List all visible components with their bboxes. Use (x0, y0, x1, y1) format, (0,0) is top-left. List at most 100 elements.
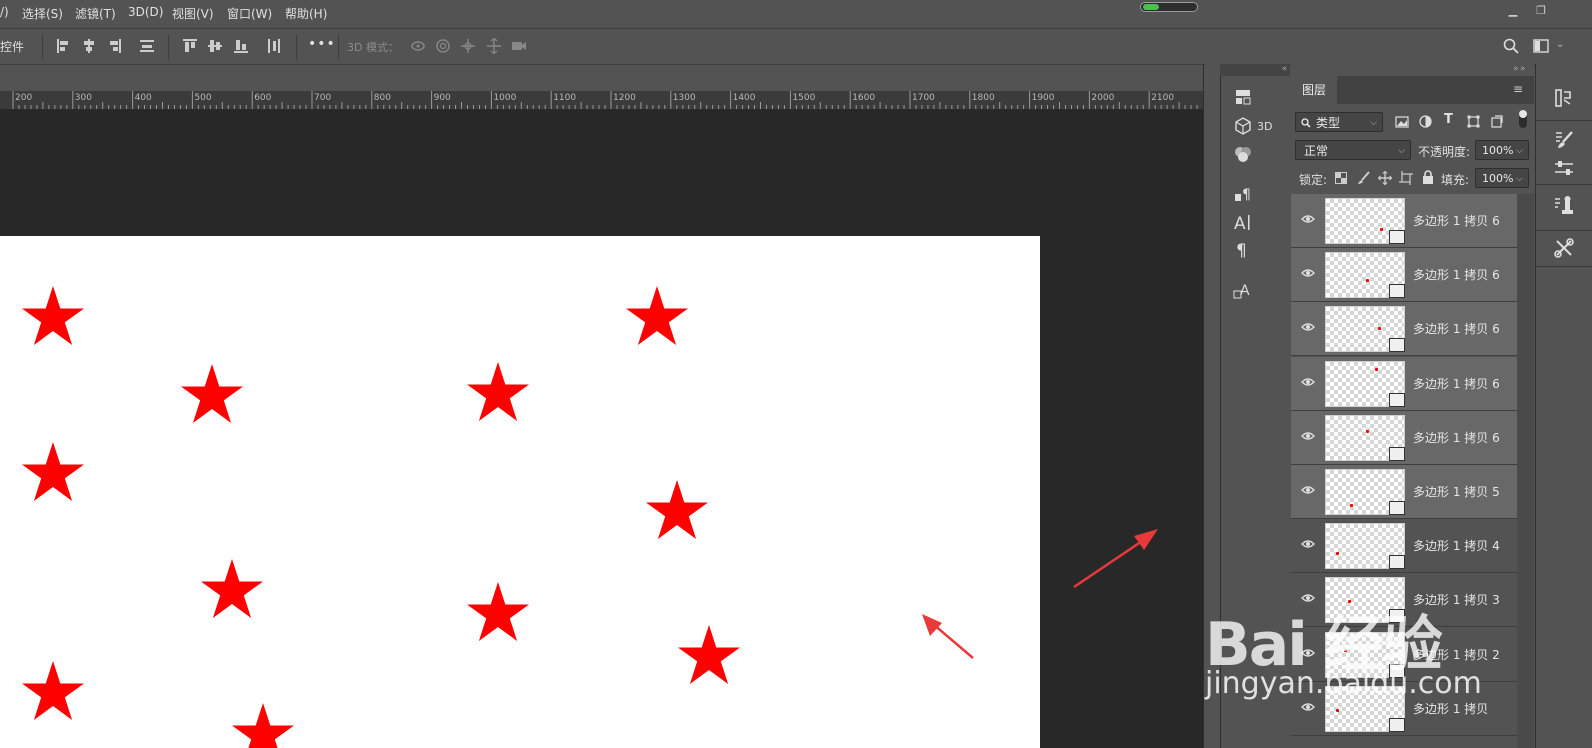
align-horizontal-center-icon[interactable] (81, 38, 97, 54)
filter-toggle[interactable] (1519, 110, 1527, 128)
layer-name[interactable]: 多边形 1 拷贝 6 (1413, 320, 1500, 337)
distribute-horizontal-icon[interactable] (139, 38, 155, 54)
align-vertical-center-icon[interactable] (207, 38, 223, 54)
smart-object-badge-icon (1389, 284, 1405, 299)
expand-right-icon[interactable]: » (1520, 64, 1526, 74)
layer-row[interactable]: 多边形 1 拷贝 4 (1291, 519, 1517, 574)
annotation-arrow-2 (922, 614, 974, 659)
filter-type-icon[interactable]: T (1444, 112, 1453, 127)
ruler-tick-label: 1300 (672, 93, 696, 103)
workspace-icon[interactable] (1533, 38, 1549, 54)
layer-thumbnail[interactable] (1325, 306, 1405, 353)
blend-mode-select[interactable]: 正常 ⌵ (1295, 140, 1411, 160)
filter-shape-icon[interactable] (1467, 115, 1480, 128)
ruler-tick-label: 800 (373, 93, 391, 103)
collapse-panels-icon[interactable]: « (1220, 64, 1290, 76)
layer-thumbnail[interactable] (1325, 252, 1405, 299)
clone-source-icon[interactable] (1552, 194, 1576, 218)
align-bottom-icon[interactable] (233, 38, 249, 54)
layer-row[interactable]: 多边形 1 拷贝 6 (1291, 410, 1517, 465)
more-options-icon[interactable]: ••• (308, 36, 336, 52)
menu-view[interactable]: 视图(V) (172, 5, 214, 22)
thumbnail-star-dot (1380, 228, 1383, 231)
layer-row[interactable]: 多边形 1 拷贝 6 (1291, 194, 1517, 248)
layer-name[interactable]: 多边形 1 拷贝 6 (1413, 266, 1500, 283)
fill-input[interactable]: 100% ⌵ (1475, 168, 1529, 188)
horizontal-ruler: 200 300 400 500 600 700 800 900 1000 1100 1200 1300… (0, 91, 1203, 110)
layer-name[interactable]: 多边形 1 拷贝 5 (1413, 483, 1500, 500)
layer-name[interactable]: 多边形 1 拷贝 4 (1413, 537, 1500, 554)
distribute-vertical-icon[interactable] (266, 38, 282, 54)
chevron-down-icon[interactable]: ⌄ (1556, 39, 1564, 50)
ruler-tick-label: 2000 (1091, 93, 1115, 103)
lock-artboard-icon[interactable] (1399, 171, 1413, 185)
lock-position-icon[interactable] (1378, 171, 1392, 185)
layer-name[interactable]: 多边形 1 拷贝 6 (1413, 429, 1500, 446)
eye-icon[interactable] (1301, 377, 1315, 387)
filter-adjustment-icon[interactable] (1419, 115, 1432, 128)
thumbnail-star-dot (1336, 552, 1339, 556)
layer-thumbnail[interactable] (1325, 360, 1405, 407)
show-transform-controls-label[interactable]: 控件 (0, 38, 24, 55)
align-left-icon[interactable] (56, 38, 72, 54)
brushes-icon[interactable] (1552, 128, 1576, 152)
lock-image-brush-icon[interactable] (1357, 171, 1371, 185)
3d-orbit-icon[interactable] (410, 38, 426, 54)
lock-all-icon[interactable] (1422, 170, 1434, 184)
libraries-icon[interactable] (1552, 86, 1576, 110)
eye-icon[interactable] (1301, 485, 1315, 495)
layers-scrollbar[interactable] (1517, 194, 1534, 748)
filter-pixel-icon[interactable] (1395, 116, 1409, 128)
menu-partial[interactable]: /) (0, 5, 9, 19)
canvas-area[interactable] (0, 110, 1203, 748)
layer-thumbnail[interactable] (1325, 198, 1405, 244)
chevron-down-icon: ⌵ (1516, 146, 1523, 156)
layer-thumbnail[interactable] (1325, 523, 1405, 570)
3d-label[interactable]: 3D (1257, 120, 1272, 133)
3d-slide-icon[interactable] (486, 38, 502, 54)
layer-thumbnail[interactable] (1325, 414, 1405, 461)
eye-icon[interactable] (1301, 268, 1315, 278)
layer-name[interactable]: 多边形 1 拷贝 6 (1413, 375, 1500, 392)
glyphs-icon[interactable]: A (1233, 280, 1253, 300)
panel-menu-icon[interactable]: ≡ (1513, 82, 1523, 96)
align-top-icon[interactable] (182, 38, 198, 54)
channels-icon[interactable] (1233, 144, 1253, 164)
history-icon[interactable] (1233, 88, 1253, 108)
align-right-icon[interactable] (106, 38, 122, 54)
layer-row[interactable]: 多边形 1 拷贝 6 (1291, 356, 1517, 411)
menu-help[interactable]: 帮助(H) (285, 5, 327, 22)
eye-icon[interactable] (1301, 431, 1315, 441)
character-icon[interactable]: A (1233, 212, 1253, 232)
layer-name[interactable]: 多边形 1 拷贝 6 (1413, 212, 1500, 229)
opacity-input[interactable]: 100% ⌵ (1475, 140, 1529, 160)
search-icon[interactable] (1503, 38, 1519, 54)
paragraph-styles-icon[interactable]: ¶ (1233, 184, 1253, 204)
menu-select[interactable]: 选择(S) (22, 5, 63, 22)
tab-layers[interactable]: 图层 (1291, 76, 1337, 104)
layer-thumbnail[interactable] (1325, 469, 1405, 515)
menu-window[interactable]: 窗口(W) (227, 5, 272, 22)
menu-filter[interactable]: 滤镜(T) (75, 5, 116, 22)
layer-row[interactable]: 多边形 1 拷贝 6 (1291, 302, 1517, 357)
eye-icon[interactable] (1301, 214, 1315, 224)
thumbnail-star-dot (1350, 504, 1353, 507)
layer-row[interactable]: 多边形 1 拷贝 5 (1291, 465, 1517, 519)
expand-panels-icon[interactable]: » (1513, 64, 1519, 74)
3d-camera-icon[interactable] (511, 38, 527, 54)
adjustments-sliders-icon[interactable] (1552, 156, 1576, 180)
lock-transparent-icon[interactable] (1335, 172, 1347, 184)
paragraph-icon[interactable]: ¶ (1233, 239, 1253, 259)
layer-filter-select[interactable]: 类型 ⌵ (1295, 112, 1383, 132)
eye-icon[interactable] (1301, 322, 1315, 332)
3d-roll-icon[interactable] (435, 38, 451, 54)
layer-row[interactable]: 多边形 1 拷贝 6 (1291, 248, 1517, 303)
3d-cube-icon[interactable] (1233, 116, 1253, 136)
eye-icon[interactable] (1301, 539, 1315, 549)
minimize-icon[interactable]: ▁ (1506, 4, 1520, 18)
tool-presets-icon[interactable] (1552, 236, 1576, 260)
restore-icon[interactable]: ❐ (1534, 4, 1548, 18)
3d-pan-icon[interactable] (460, 38, 476, 54)
filter-smart-object-icon[interactable] (1491, 115, 1503, 128)
menu-3d[interactable]: 3D(D) (128, 5, 163, 19)
